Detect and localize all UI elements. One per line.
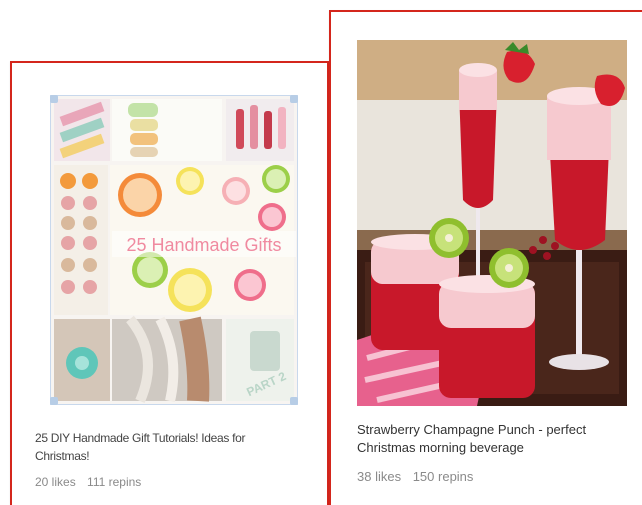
pin-description[interactable]: 25 DIY Handmade Gift Tutorials! Ideas fo… <box>35 429 297 465</box>
pin-image-strawberry-punch[interactable] <box>357 40 627 406</box>
selection-handle-icon <box>50 397 58 405</box>
selection-handle-icon <box>290 397 298 405</box>
likes-count[interactable]: 38 likes <box>357 469 401 484</box>
selection-handle-icon <box>50 95 58 103</box>
pin-card-strawberry-punch[interactable]: Strawberry Champagne Punch - perfect Chr… <box>329 10 642 505</box>
strawberry-punch-photo <box>357 40 627 406</box>
selection-handle-icon <box>290 95 298 103</box>
pin-card-handmade-gifts[interactable]: 25 Handmade Gifts PART 2 25 DIY Handmade… <box>10 61 329 505</box>
pin-stats: 38 likes 150 repins <box>357 469 473 484</box>
handmade-gifts-collage: 25 Handmade Gifts PART 2 <box>50 95 298 405</box>
repins-count[interactable]: 111 repins <box>87 475 141 489</box>
pin-stats: 20 likes 111 repins <box>35 475 141 489</box>
pin-image-handmade-gifts[interactable]: 25 Handmade Gifts PART 2 <box>50 95 298 405</box>
likes-count[interactable]: 20 likes <box>35 475 76 489</box>
pin-description[interactable]: Strawberry Champagne Punch - perfect Chr… <box>357 421 617 457</box>
image-overlay-text: 25 Handmade Gifts <box>126 235 281 255</box>
repins-count[interactable]: 150 repins <box>413 469 474 484</box>
